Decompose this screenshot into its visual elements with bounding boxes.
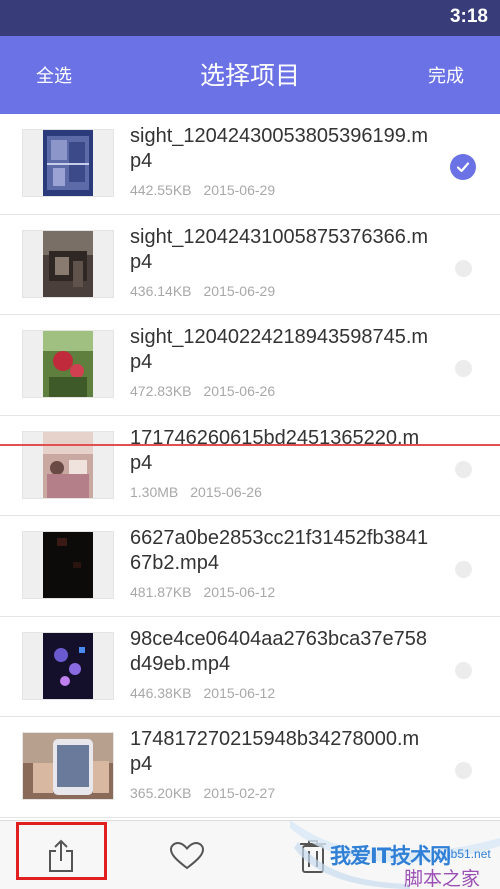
video-thumbnail-image <box>43 431 93 498</box>
thumbnail <box>22 129 114 197</box>
thumbnail <box>22 229 114 298</box>
file-meta: 436.14KB 2015-06-29 <box>130 283 275 299</box>
unselected-checkbox[interactable] <box>455 360 472 377</box>
file-size: 446.38KB <box>130 684 192 701</box>
share-button[interactable] <box>16 821 106 889</box>
list-item[interactable]: sight_12040224218943598745.mp4 472.83KB 2… <box>0 315 500 416</box>
file-meta: 481.87KB 2015-06-12 <box>130 584 275 600</box>
file-date: 2015-02-27 <box>203 785 276 801</box>
list-item[interactable]: 98ce4ce06404aa2763bca37e758d49eb.mp4 446… <box>0 616 500 717</box>
share-icon <box>49 839 73 872</box>
file-size: 436.14KB <box>130 282 192 299</box>
file-meta: 446.38KB 2015-06-12 <box>130 685 275 701</box>
unselected-checkbox[interactable] <box>455 259 472 277</box>
unselected-checkbox[interactable] <box>455 661 472 679</box>
file-size: 1.30MB <box>130 483 179 500</box>
file-name: 98ce4ce06404aa2763bca37e758d49eb.mp4 <box>130 627 427 675</box>
file-date: 2015-06-26 <box>190 483 262 500</box>
file-meta: 442.55KB 2015-06-29 <box>130 182 275 198</box>
file-date: 2015-06-12 <box>203 584 276 600</box>
page-title: 选择项目 <box>199 61 300 90</box>
video-thumbnail-image <box>43 331 93 397</box>
file-size: 365.20KB <box>130 785 192 801</box>
file-size: 472.83KB <box>130 383 192 399</box>
file-name: 174817270215948b34278000.mp4 <box>130 728 420 775</box>
video-thumbnail-image <box>43 632 93 699</box>
file-meta: 472.83KB 2015-06-26 <box>130 383 275 399</box>
thumbnail <box>22 732 114 800</box>
list-item[interactable]: sight_12042430053805396199.mp4 442.55KB 2… <box>0 114 500 215</box>
status-time: 3:18 <box>449 6 488 27</box>
list-item[interactable]: sight_12042431005875376366.mp4 436.14KB 2… <box>0 214 500 315</box>
file-name: 171746260615bd2451365220.mp4 <box>130 426 420 474</box>
file-name: sight_12042430053805396199.mp4 <box>130 125 429 172</box>
file-size: 442.55KB <box>130 182 192 198</box>
red-guide-line <box>0 444 500 446</box>
done-button[interactable]: 完成 <box>428 62 464 88</box>
video-thumbnail-image <box>43 532 93 598</box>
list-item[interactable]: 171746260615bd2451365220.mp4 1.30MB 2015-… <box>0 415 500 516</box>
thumbnail <box>22 631 114 700</box>
status-bar: 3:18 <box>0 0 500 36</box>
selected-checkbox[interactable] <box>450 154 476 180</box>
app-bar: 全选 选择项目 完成 <box>0 36 500 114</box>
file-date: 2015-06-29 <box>203 182 276 198</box>
file-name: 6627a0be2853cc21f31452fb384167b2.mp4 <box>130 527 429 574</box>
file-date: 2015-06-26 <box>203 383 276 399</box>
file-date: 2015-06-12 <box>203 684 276 701</box>
watermark-text-site: 脚本之家 <box>404 868 481 889</box>
video-list: sight_12042430053805396199.mp4 442.55KB 2… <box>0 114 500 818</box>
file-name: sight_12040224218943598745.mp4 <box>130 326 429 373</box>
video-thumbnail-image <box>43 230 93 297</box>
file-name: sight_12042431005875376366.mp4 <box>130 225 429 273</box>
favorite-button[interactable] <box>142 821 232 889</box>
thumbnail <box>22 531 114 599</box>
watermark-text-url: jb51.net <box>448 847 491 861</box>
video-thumbnail-image <box>43 130 93 196</box>
trash-icon <box>300 839 326 873</box>
heart-icon <box>169 841 205 869</box>
file-meta: 1.30MB 2015-06-26 <box>130 484 262 500</box>
list-item[interactable]: 6627a0be2853cc21f31452fb384167b2.mp4 481… <box>0 516 500 617</box>
unselected-checkbox[interactable] <box>455 762 472 779</box>
file-size: 481.87KB <box>130 584 192 600</box>
video-thumbnail-image <box>23 733 113 799</box>
thumbnail <box>22 430 114 499</box>
check-icon <box>456 162 470 173</box>
file-meta: 365.20KB 2015-02-27 <box>130 785 275 801</box>
thumbnail <box>22 330 114 398</box>
list-item[interactable]: 174817270215948b34278000.mp4 365.20KB 201… <box>0 717 500 818</box>
file-date: 2015-06-29 <box>203 282 276 299</box>
unselected-checkbox[interactable] <box>455 561 472 578</box>
unselected-checkbox[interactable] <box>455 460 472 478</box>
